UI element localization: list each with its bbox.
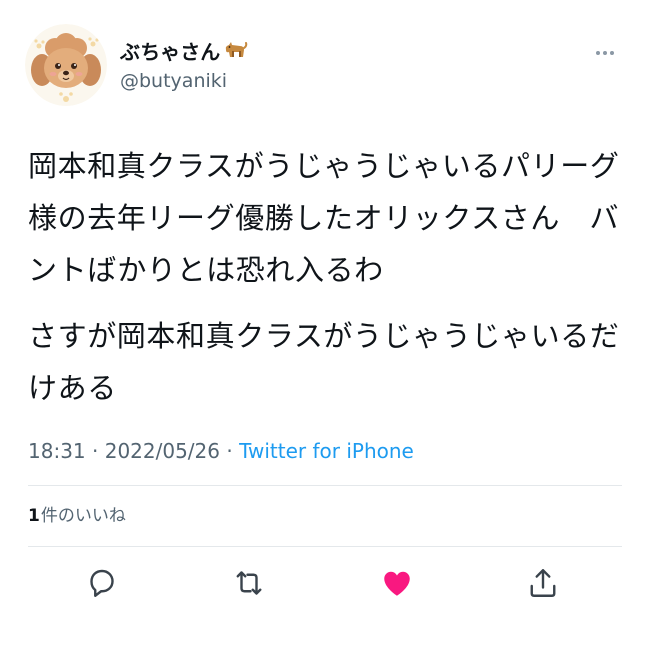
display-name[interactable]: ぶちゃさん <box>120 38 248 68</box>
meta-separator: · <box>226 439 233 463</box>
avatar[interactable] <box>25 24 107 106</box>
more-options-button[interactable] <box>588 44 622 62</box>
dog-emoji-icon <box>222 38 248 68</box>
likes-count[interactable]: 1件のいいね <box>28 504 126 528</box>
retweet-button[interactable] <box>231 565 267 601</box>
divider <box>28 485 622 486</box>
tweet-text: 岡本和真クラスがうじゃうじゃいるパリーグ様の去年リーグ優勝したオリックスさん バ… <box>28 140 626 414</box>
retweet-icon <box>236 571 262 595</box>
reply-button[interactable] <box>84 565 120 601</box>
reply-icon <box>90 569 114 597</box>
likes-number: 1 <box>28 506 40 526</box>
tweet-paragraph: さすが岡本和真クラスがうじゃうじゃいるだけある <box>28 319 620 405</box>
likes-label: 件のいいね <box>40 506 126 526</box>
share-button[interactable] <box>525 565 561 601</box>
tweet-metadata: 18:31 · 2022/05/26 · Twitter for iPhone <box>28 438 414 464</box>
divider <box>28 546 622 547</box>
like-button[interactable] <box>379 565 415 601</box>
user-handle[interactable]: @butyaniki <box>120 69 227 93</box>
meta-separator: · <box>92 439 99 463</box>
more-dots-icon <box>596 51 614 55</box>
poodle-avatar-image <box>25 24 107 106</box>
tweet-source-link[interactable]: Twitter for iPhone <box>239 439 414 463</box>
tweet-date[interactable]: 2022/05/26 <box>105 439 220 463</box>
share-icon <box>530 569 556 597</box>
tweet-time[interactable]: 18:31 <box>28 439 86 463</box>
heart-icon <box>384 571 410 596</box>
display-name-text: ぶちゃさん <box>120 40 221 64</box>
tweet-paragraph: 岡本和真クラスがうじゃうじゃいるパリーグ様の去年リーグ優勝したオリックスさん バ… <box>28 149 620 287</box>
